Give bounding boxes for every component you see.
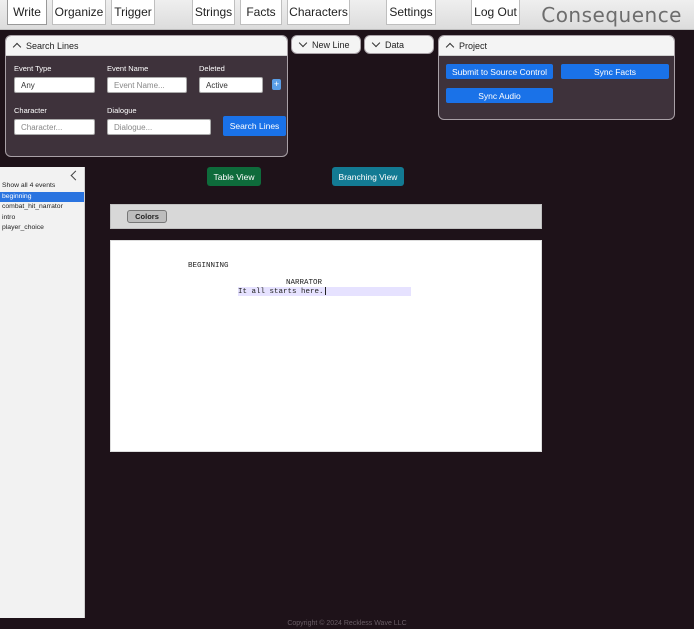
- deleted-label: Deleted: [199, 64, 225, 73]
- nav-tab-write[interactable]: Write: [7, 0, 47, 25]
- table-view-button[interactable]: Table View: [207, 167, 261, 186]
- brand-logo: Consequence: [541, 3, 682, 27]
- copyright-footer: Copyright © 2024 Reckless Wave LLC: [287, 620, 407, 627]
- event-name-input[interactable]: Event Name...: [107, 77, 187, 93]
- character-cue: NARRATOR: [286, 279, 323, 287]
- character-input[interactable]: Character...: [14, 119, 95, 135]
- search-lines-title: Search Lines: [26, 40, 79, 51]
- sync-audio-button[interactable]: Sync Audio: [446, 88, 553, 103]
- nav-tab-settings[interactable]: Settings: [386, 0, 436, 25]
- script-editor[interactable]: BEGINNING NARRATOR It all starts here.: [110, 240, 542, 452]
- project-panel: Project Submit to Source Control Sync Fa…: [438, 35, 675, 120]
- colors-button[interactable]: Colors: [127, 210, 167, 223]
- character-label: Character: [14, 106, 47, 115]
- nav-tab-characters[interactable]: Characters: [287, 0, 350, 25]
- chevron-left-icon[interactable]: [70, 170, 81, 181]
- search-lines-panel: Search Lines Event Type Any Event Name E…: [5, 35, 288, 157]
- event-name-label: Event Name: [107, 64, 149, 73]
- search-lines-button[interactable]: Search Lines: [223, 116, 286, 136]
- project-title: Project: [459, 40, 488, 51]
- submit-source-control-button[interactable]: Submit to Source Control: [446, 64, 553, 79]
- sidebar-item-player-choice[interactable]: player_choice: [0, 223, 84, 234]
- new-line-title: New Line: [312, 39, 350, 50]
- chevron-down-icon: [298, 38, 308, 48]
- project-header[interactable]: Project: [439, 36, 674, 56]
- event-type-label: Event Type: [14, 64, 52, 73]
- dialogue-input[interactable]: Dialogue...: [107, 119, 211, 135]
- search-lines-header[interactable]: Search Lines: [6, 36, 287, 56]
- branching-view-button[interactable]: Branching View: [332, 167, 404, 186]
- chevron-up-icon: [445, 42, 455, 52]
- top-nav-bar: Write Organize Trigger Strings Facts Cha…: [0, 0, 694, 30]
- data-panel-header[interactable]: Data: [364, 35, 434, 54]
- events-sidebar: Show all 4 events beginning combat_hit_n…: [0, 167, 85, 618]
- data-title: Data: [385, 39, 405, 50]
- sidebar-item-intro[interactable]: intro: [0, 213, 84, 224]
- nav-tab-facts[interactable]: Facts: [240, 0, 282, 25]
- deleted-select[interactable]: Active: [199, 77, 263, 93]
- dialogue-line[interactable]: It all starts here.: [238, 287, 411, 296]
- sidebar-item-combat-hit-narrator[interactable]: combat_hit_narrator: [0, 202, 84, 213]
- chevron-up-icon: [12, 42, 22, 52]
- sidebar-item-beginning[interactable]: beginning: [0, 191, 84, 202]
- add-filter-button[interactable]: +: [272, 79, 281, 90]
- editor-toolbar: Colors: [110, 204, 542, 229]
- chevron-down-icon: [371, 38, 381, 48]
- nav-tab-logout[interactable]: Log Out: [471, 0, 520, 25]
- nav-tab-trigger[interactable]: Trigger: [111, 0, 155, 25]
- dialogue-text: It all starts here.: [238, 287, 324, 296]
- scene-heading: BEGINNING: [188, 262, 229, 270]
- text-caret: [324, 287, 326, 295]
- nav-tab-strings[interactable]: Strings: [192, 0, 235, 25]
- sync-facts-button[interactable]: Sync Facts: [561, 64, 669, 79]
- nav-tab-organize[interactable]: Organize: [52, 0, 106, 25]
- new-line-panel-header[interactable]: New Line: [291, 35, 361, 54]
- dialogue-label: Dialogue: [107, 106, 137, 115]
- event-type-select[interactable]: Any: [14, 77, 95, 93]
- sidebar-item-show-all[interactable]: Show all 4 events: [0, 181, 84, 192]
